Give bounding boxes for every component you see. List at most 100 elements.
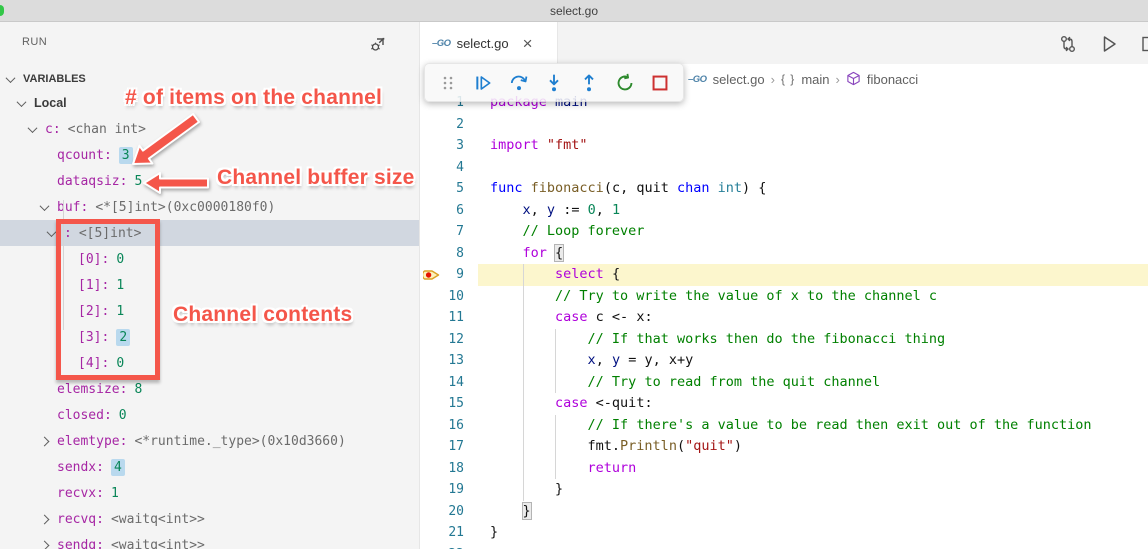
variables-section-label: VARIABLES	[23, 73, 86, 85]
indent-guide	[523, 372, 524, 394]
code-text: // Try to write the value of x to the ch…	[490, 286, 937, 308]
code-line-16[interactable]: 16 // If there's a value to be read then…	[420, 415, 1148, 437]
gutter[interactable]: 4	[420, 157, 490, 179]
code-line-14[interactable]: 14 // Try to read from the quit channel	[420, 372, 1148, 394]
breadcrumb-scope[interactable]: main	[801, 72, 829, 87]
continue-button[interactable]	[470, 70, 496, 96]
step-out-button[interactable]	[576, 70, 602, 96]
gutter[interactable]: 10	[420, 286, 490, 308]
debug-toolbar	[424, 63, 684, 102]
line-number: 13	[448, 350, 464, 372]
code-line-20[interactable]: 20 }	[420, 501, 1148, 523]
line-number: 12	[448, 329, 464, 351]
code-line-2[interactable]: 2	[420, 114, 1148, 136]
gutter[interactable]: 12	[420, 329, 490, 351]
tab-select-go[interactable]: GO select.go ×	[420, 22, 558, 64]
indent-guide	[523, 264, 524, 286]
code-line-17[interactable]: 17 fmt.Println("quit")	[420, 436, 1148, 458]
code-line-22[interactable]: 22	[420, 544, 1148, 549]
gutter[interactable]: 18	[420, 458, 490, 480]
variable-value: <*[5]int>(0xc0000180f0)	[95, 200, 275, 215]
variable-name: c:	[45, 122, 61, 137]
gutter[interactable]: 16	[420, 415, 490, 437]
gutter[interactable]: 9	[420, 264, 490, 286]
chevron-down-icon[interactable]	[40, 201, 50, 211]
variable-name: closed:	[57, 408, 112, 423]
chevron-down-icon	[6, 73, 16, 83]
close-icon[interactable]: ×	[523, 35, 533, 52]
code-line-4[interactable]: 4	[420, 157, 1148, 179]
variable-value: 4	[111, 459, 125, 476]
restart-button[interactable]	[612, 70, 638, 96]
variable-row[interactable]: recvq: <waitq<int>>	[0, 506, 419, 532]
variable-row[interactable]: elemtype: <*runtime._type>(0x10d3660)	[0, 428, 419, 454]
line-number: 10	[448, 286, 464, 308]
gutter[interactable]: 13	[420, 350, 490, 372]
line-number: 16	[448, 415, 464, 437]
variable-value: <waitq<int>>	[111, 538, 205, 549]
gutter[interactable]: 20	[420, 501, 490, 523]
variable-row[interactable]: sendq: <waitq<int>>	[0, 532, 419, 549]
step-into-button[interactable]	[541, 70, 567, 96]
code-line-19[interactable]: 19 }	[420, 479, 1148, 501]
code-line-5[interactable]: 5func fibonacci(c, quit chan int) {	[420, 178, 1148, 200]
chevron-right-icon[interactable]	[40, 514, 50, 524]
code-line-12[interactable]: 12 // If that works then do the fibonacc…	[420, 329, 1148, 351]
annotation-arrow-qcount	[130, 104, 204, 168]
variable-row[interactable]: c: <chan int>	[0, 116, 419, 142]
run-icon[interactable]	[1097, 32, 1121, 56]
gutter[interactable]: 5	[420, 178, 490, 200]
gutter[interactable]: 21	[420, 522, 490, 544]
stop-button[interactable]	[647, 70, 673, 96]
code-line-10[interactable]: 10 // Try to write the value of x to the…	[420, 286, 1148, 308]
breadcrumb-symbol[interactable]: fibonacci	[867, 72, 918, 87]
traffic-light-green[interactable]	[0, 5, 4, 16]
variable-row[interactable]: recvx: 1	[0, 480, 419, 506]
gutter[interactable]: 14	[420, 372, 490, 394]
chevron-right-icon[interactable]	[40, 436, 50, 446]
code-line-13[interactable]: 13 x, y = y, x+y	[420, 350, 1148, 372]
annotation-rectangle	[56, 219, 160, 380]
code-line-9[interactable]: 9 select {	[420, 264, 1148, 286]
code-line-8[interactable]: 8 for {	[420, 243, 1148, 265]
chevron-down-icon[interactable]	[17, 97, 27, 107]
gutter[interactable]: 11	[420, 307, 490, 329]
breadcrumb-file[interactable]: select.go	[713, 72, 765, 87]
variable-row[interactable]: sendx: 4	[0, 454, 419, 480]
gutter[interactable]: 15	[420, 393, 490, 415]
gutter[interactable]: 3	[420, 135, 490, 157]
variable-row[interactable]: closed: 0	[0, 402, 419, 428]
gutter[interactable]: 2	[420, 114, 490, 136]
variable-name: buf:	[57, 200, 88, 215]
chevron-down-icon[interactable]	[28, 123, 38, 133]
code-line-6[interactable]: 6 x, y := 0, 1	[420, 200, 1148, 222]
variable-name: sendq:	[57, 538, 104, 549]
vscode-window: { "title_bar": { "title": "select.go" },…	[0, 0, 1148, 549]
open-changes-icon[interactable]	[1056, 32, 1080, 56]
code-line-3[interactable]: 3import "fmt"	[420, 135, 1148, 157]
drag-handle[interactable]	[435, 70, 461, 96]
code-line-18[interactable]: 18 return	[420, 458, 1148, 480]
gutter[interactable]: 7	[420, 221, 490, 243]
gutter[interactable]: 22	[420, 544, 490, 549]
code-line-21[interactable]: 21}	[420, 522, 1148, 544]
gutter[interactable]: 8	[420, 243, 490, 265]
split-editor-icon[interactable]	[1138, 32, 1148, 56]
gutter[interactable]: 19	[420, 479, 490, 501]
step-over-button[interactable]	[506, 70, 532, 96]
variable-row[interactable]: qcount: 3	[0, 142, 419, 168]
editor-tab-bar: GO select.go ×	[420, 22, 1148, 64]
code-line-7[interactable]: 7 // Loop forever	[420, 221, 1148, 243]
code-line-15[interactable]: 15 case <-quit:	[420, 393, 1148, 415]
indent-guide	[523, 415, 524, 437]
indent-guide	[523, 307, 524, 329]
code-editor[interactable]: 1package main23import "fmt"45func fibona…	[420, 92, 1148, 549]
debug-console-icon[interactable]	[366, 32, 390, 56]
gutter[interactable]: 6	[420, 200, 490, 222]
chevron-right-icon[interactable]	[40, 540, 50, 549]
code-line-11[interactable]: 11 case c <- x:	[420, 307, 1148, 329]
title-bar: select.go	[0, 0, 1148, 22]
gutter[interactable]: 17	[420, 436, 490, 458]
line-number: 11	[448, 307, 464, 329]
chevron-down-icon[interactable]	[47, 227, 57, 237]
